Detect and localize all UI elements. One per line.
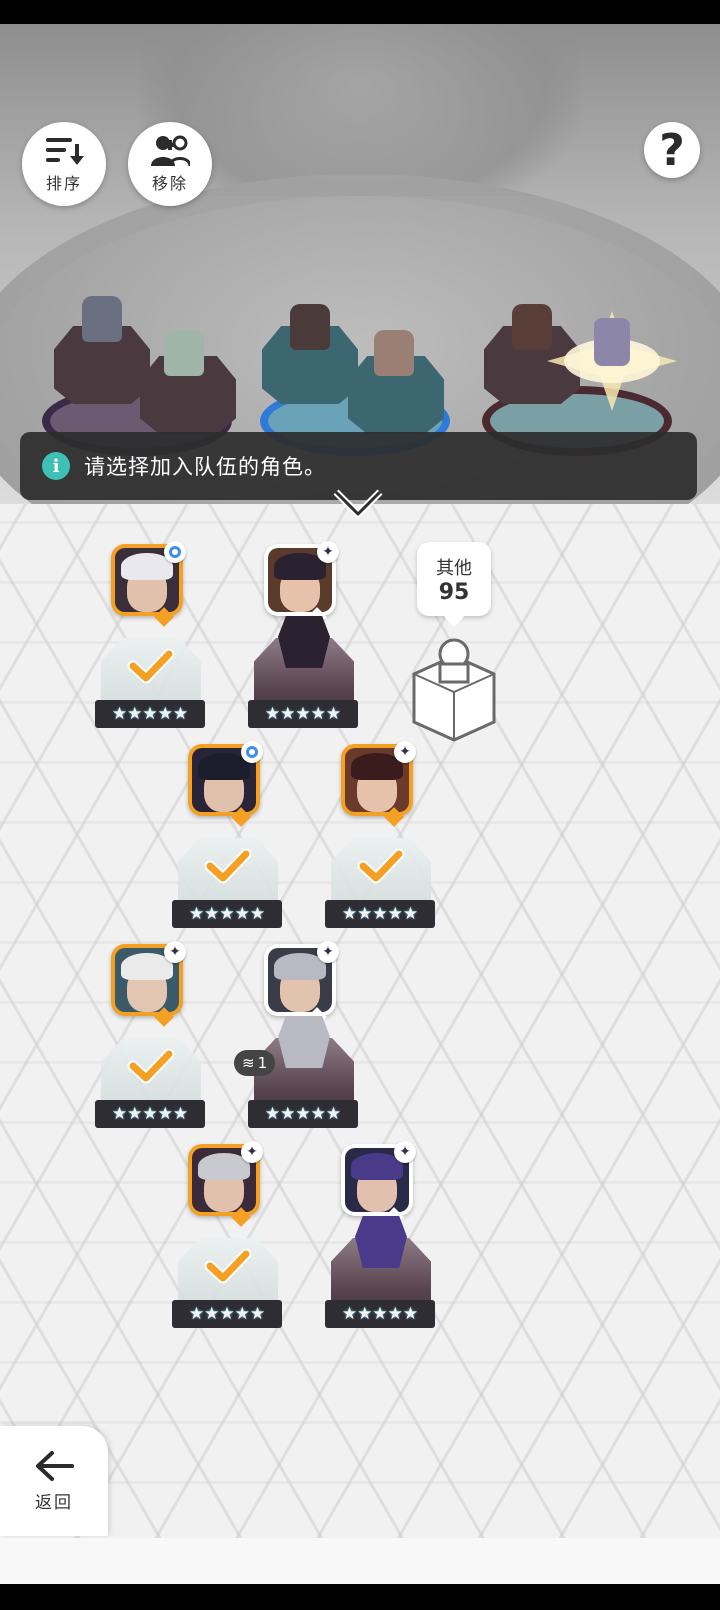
banner-text: 请选择加入队伍的角色。 (84, 455, 326, 479)
character-card[interactable]: ✦ ★★★★★ (172, 1141, 282, 1344)
selection-burst-icon (547, 311, 677, 411)
unit-sprite (290, 304, 330, 350)
sparkle-icon: ✦ (164, 941, 186, 963)
character-sprite (278, 1016, 330, 1068)
star-rating: ★★★★★ (172, 1300, 282, 1328)
back-label: 返回 (35, 1492, 73, 1513)
other-label: 其他 (436, 557, 472, 579)
star-rating: ★★★★★ (95, 700, 205, 728)
star-rating: ★★★★★ (248, 1100, 358, 1128)
team-slot-2[interactable] (240, 286, 450, 456)
character-portrait[interactable] (111, 541, 186, 627)
blue-dot-icon (164, 541, 186, 563)
blue-dot-icon (241, 741, 263, 763)
star-icons: ★★★★★ (264, 1103, 342, 1124)
unit-sprite (82, 296, 122, 342)
character-sprite (355, 1216, 407, 1268)
arrow-left-icon (36, 1450, 74, 1481)
sort-button[interactable]: 排序 (22, 122, 106, 206)
layers-icon: ≋ (242, 1054, 255, 1072)
sparkle-icon: ✦ (394, 741, 416, 763)
checkmark-icon (204, 848, 252, 884)
character-card[interactable]: ✦ ★★★★★ (325, 1141, 435, 1344)
star-rating: ★★★★★ (248, 700, 358, 728)
stack-count: 1 (257, 1054, 268, 1072)
checkmark-icon (357, 848, 405, 884)
star-icons: ★★★★★ (111, 703, 189, 724)
sort-label: 排序 (45, 174, 82, 193)
sparkle-icon: ✦ (317, 941, 339, 963)
sparkle-icon: ✦ (241, 1141, 263, 1163)
star-icons: ★★★★★ (341, 903, 419, 924)
remove-button[interactable]: 移除 (128, 122, 212, 206)
star-rating: ★★★★★ (95, 1100, 205, 1128)
character-portrait[interactable]: ✦ (341, 741, 416, 827)
star-rating: ★★★★★ (172, 900, 282, 928)
star-rating: ★★★★★ (325, 1300, 435, 1328)
sort-desc-icon (46, 138, 84, 165)
game-screen: 排序 移除 ? i 请选择加入队伍的角色。 其他 95 ★★★★★ ✦ ★★★★… (0, 24, 720, 1584)
character-portrait[interactable]: ✦ (341, 1141, 416, 1227)
star-icons: ★★★★★ (188, 1303, 266, 1324)
sparkle-icon: ✦ (394, 1141, 416, 1163)
stack-count-badge: ≋ 1 (234, 1050, 276, 1076)
character-card[interactable]: ★★★★★ (172, 741, 282, 944)
star-rating: ★★★★★ (325, 900, 435, 928)
unit-sprite (374, 330, 414, 376)
character-portrait[interactable]: ✦ (264, 941, 339, 1027)
star-icons: ★★★★★ (188, 903, 266, 924)
star-icons: ★★★★★ (341, 1303, 419, 1324)
team-slot-1[interactable] (22, 286, 236, 456)
character-sprite (278, 616, 330, 668)
unit-sprite (164, 330, 204, 376)
chevron-down-icon[interactable] (330, 484, 386, 524)
empty-pedestal[interactable] (404, 634, 504, 744)
info-icon: i (42, 452, 70, 480)
checkmark-icon (127, 648, 175, 684)
back-button[interactable]: 返回 (0, 1426, 108, 1536)
character-card[interactable]: ✦ ★★★★★ (325, 741, 435, 944)
team-slot-3[interactable] (462, 286, 677, 456)
character-portrait[interactable]: ✦ (264, 541, 339, 627)
checkmark-icon (204, 1248, 252, 1284)
sparkle-icon: ✦ (317, 541, 339, 563)
bottom-bar (0, 1538, 720, 1584)
star-icons: ★★★★★ (111, 1103, 189, 1124)
other-count: 95 (438, 579, 470, 605)
character-card[interactable]: ✦ ★★★★★ (95, 941, 205, 1144)
checkmark-icon (127, 1048, 175, 1084)
character-portrait[interactable] (188, 741, 263, 827)
star-icons: ★★★★★ (264, 703, 342, 724)
character-portrait[interactable]: ✦ (188, 1141, 263, 1227)
character-card[interactable]: ★★★★★ (95, 541, 205, 744)
question-icon: ? (659, 124, 685, 176)
character-card[interactable]: ✦ ★★★★★ (248, 541, 358, 744)
character-portrait[interactable]: ✦ (111, 941, 186, 1027)
other-characters-bubble[interactable]: 其他 95 (417, 542, 491, 616)
help-button[interactable]: ? (644, 122, 700, 178)
remove-user-icon (151, 135, 190, 167)
character-card[interactable]: ✦ ★★★★★ ≋ 1 (234, 941, 358, 1144)
remove-label: 移除 (151, 174, 188, 193)
